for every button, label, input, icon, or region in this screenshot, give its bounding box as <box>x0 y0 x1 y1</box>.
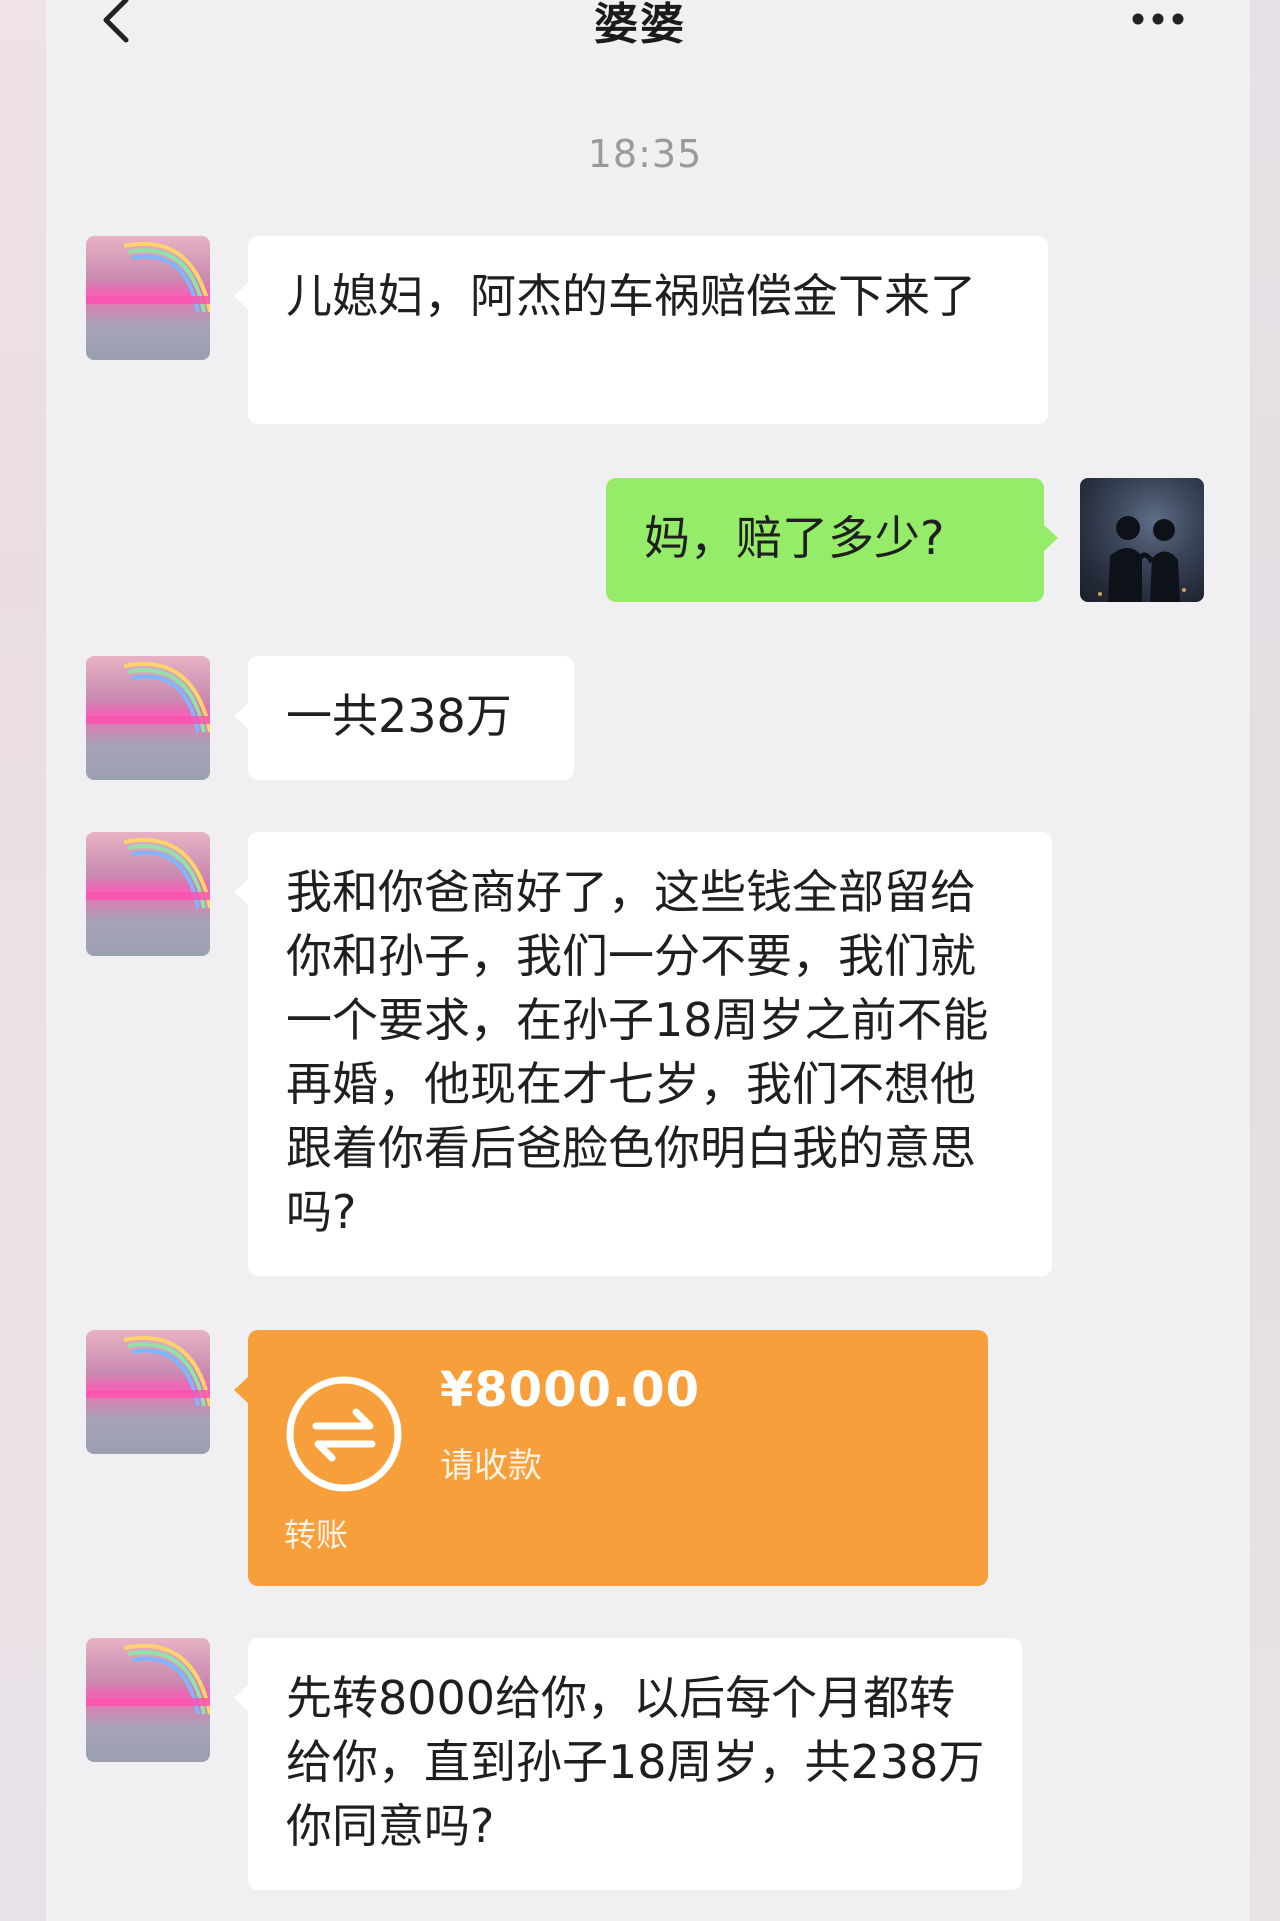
couple-avatar-image <box>1098 516 1186 602</box>
avatar-mother-in-law[interactable] <box>86 1638 210 1762</box>
message-bubble-outgoing[interactable]: 妈，赔了多少? <box>606 478 1058 602</box>
message-bubble[interactable]: 一共238万 <box>234 656 574 780</box>
chevron-left-icon <box>103 0 129 43</box>
more-button[interactable] <box>1128 6 1188 32</box>
avatar-mother-in-law[interactable] <box>86 1330 210 1454</box>
screen-edge-right <box>1250 0 1280 1921</box>
message-text: 儿媳妇，阿杰的车祸赔偿金下来了 <box>286 269 976 323</box>
message-bubble[interactable]: 儿媳妇，阿杰的车祸赔偿金下来了 <box>234 236 1048 424</box>
message-timestamp: 18:35 <box>587 132 703 176</box>
avatar-mother-in-law[interactable] <box>86 832 210 956</box>
chat-header: 婆婆 <box>0 0 1280 60</box>
chat-title: 婆婆 <box>594 0 686 50</box>
transfer-arrows-icon <box>286 1376 402 1492</box>
back-button[interactable] <box>96 0 136 50</box>
message-text: 先转8000给你，以后每个月都转给你，直到孙子18周岁，共238万你同意吗? <box>286 1671 985 1853</box>
screen-edge-left <box>0 0 46 1921</box>
rainbow-avatar-image <box>86 1643 210 1715</box>
message-text: 一共238万 <box>286 689 512 743</box>
message-bubble[interactable]: 先转8000给你，以后每个月都转给你，直到孙子18周岁，共238万你同意吗? <box>234 1638 1022 1890</box>
more-dots-icon <box>1132 13 1184 25</box>
rainbow-avatar-image <box>86 241 210 313</box>
transfer-label: 转账 <box>284 1516 349 1554</box>
rainbow-avatar-image <box>86 1335 210 1407</box>
transfer-status: 请收款 <box>440 1446 542 1486</box>
avatar-mother-in-law[interactable] <box>86 236 210 360</box>
message-bubble[interactable]: 我和你爸商好了，这些钱全部留给你和孙子，我们一分不要，我们就一个要求，在孙子18… <box>234 832 1052 1276</box>
rainbow-avatar-image <box>86 837 210 909</box>
transfer-amount: ¥8000.00 <box>440 1362 701 1418</box>
transfer-card[interactable]: ¥8000.00 请收款 转账 <box>234 1330 988 1586</box>
avatar-mother-in-law[interactable] <box>86 656 210 780</box>
message-text: 我和你爸商好了，这些钱全部留给你和孙子，我们一分不要，我们就一个要求，在孙子18… <box>286 865 989 1239</box>
message-text: 妈，赔了多少? <box>644 511 945 565</box>
avatar-me[interactable] <box>1080 478 1204 602</box>
rainbow-avatar-image <box>86 661 210 733</box>
